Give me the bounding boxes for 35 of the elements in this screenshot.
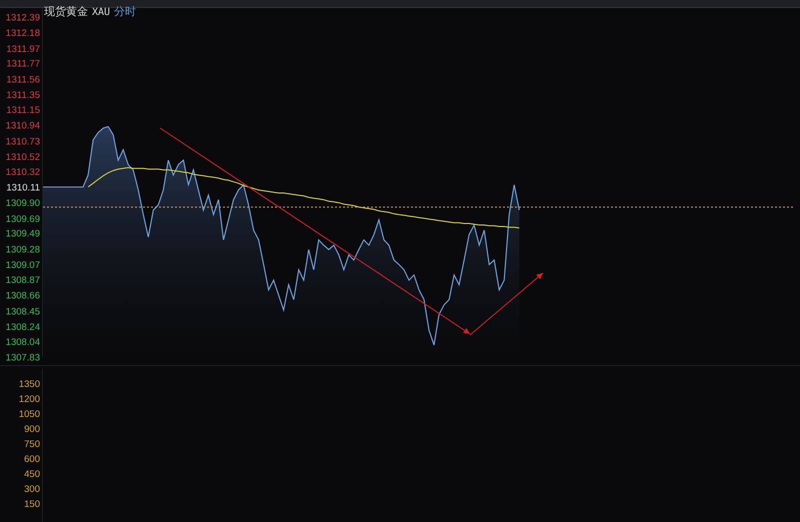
instrument-name: 现货黄金 [44, 8, 88, 17]
axis-label: 150 [24, 499, 40, 510]
axis-label: 900 [24, 424, 40, 435]
axis-label: 1310.52 [6, 152, 40, 163]
axis-label: 1310.32 [6, 166, 40, 178]
axis-label: 1311.15 [6, 104, 40, 116]
axis-label: 1309.28 [6, 244, 40, 256]
axis-label: 1309.49 [6, 228, 40, 240]
axis-label: 1350 [18, 379, 40, 390]
axis-label: 1310.73 [6, 136, 40, 148]
axis-label: 1312.18 [6, 28, 40, 40]
axis-label: 1050 [18, 409, 40, 420]
axis-label: 1310.11 [6, 182, 40, 194]
axis-label: 1311.97 [6, 44, 40, 55]
period-label: 分时 [114, 8, 136, 17]
axis-label: 1308.04 [6, 336, 40, 348]
axis-label: 1200 [18, 394, 40, 405]
axis-label: 1308.66 [6, 290, 40, 302]
axis-label: 1307.83 [6, 352, 40, 364]
axis-label: 750 [24, 439, 40, 450]
axis-label: 1309.69 [6, 214, 40, 225]
axis-label: 1311.35 [6, 90, 40, 102]
axis-label: 1310.94 [6, 120, 40, 132]
axis-label: 1311.77 [6, 58, 40, 70]
axis-label: 1308.45 [6, 306, 40, 318]
axis-label: 1312.39 [6, 12, 40, 24]
axis-label: 1309.07 [6, 260, 40, 272]
axis-label: 600 [24, 454, 40, 465]
axis-label: 1308.24 [6, 322, 40, 333]
instrument-code: XAU [92, 8, 110, 17]
axis-label: 1309.90 [6, 198, 40, 210]
axis-label: 1311.56 [6, 74, 40, 86]
axis-label: 300 [24, 484, 40, 495]
axis-label: 450 [24, 469, 40, 480]
axis-label: 1308.87 [6, 274, 40, 286]
